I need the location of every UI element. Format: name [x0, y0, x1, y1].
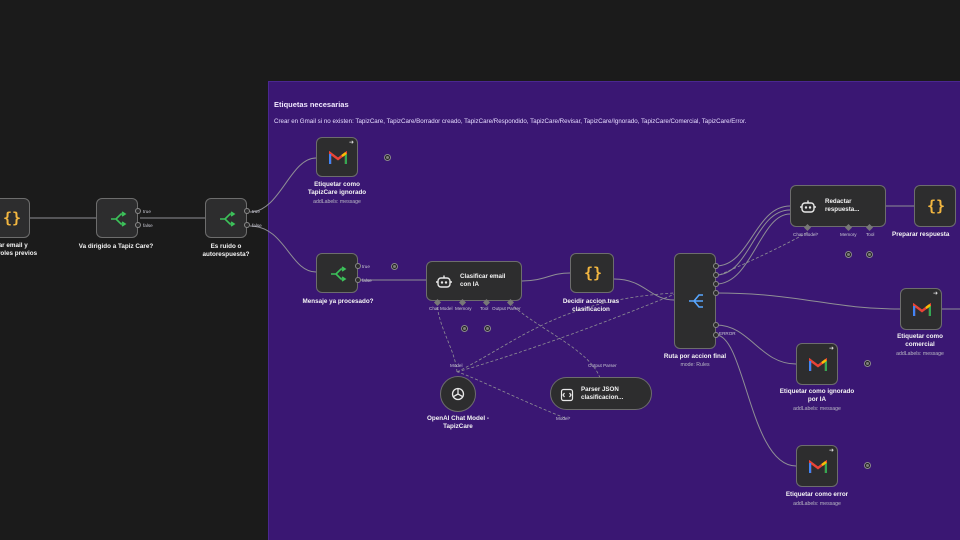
openai-chat-model-label: OpenAI Chat Model - TapizCare [427, 415, 489, 430]
trigger-arrow-icon: ➜ [348, 140, 354, 146]
parser-icon [558, 386, 576, 404]
parser-json-label: Parser JSON clasificacion... [581, 386, 624, 401]
redactar-respuesta-node[interactable]: Redactar respuesta... [790, 185, 886, 227]
etiquetar-comercial-sub: addLabels: message [896, 351, 944, 357]
true-port-label: true [143, 209, 151, 214]
trigger-arrow-icon: ➜ [828, 448, 834, 454]
etiquetar-error-label: Etiquetar como error [785, 491, 849, 498]
etiquetar-error-sub: addLabels: message [793, 501, 841, 507]
etiquetar-ignorado-ia-sub: addLabels: message [793, 406, 841, 412]
false-output-port[interactable] [355, 277, 361, 283]
va-dirigido-label: Va dirigido a Tapiz Care? [78, 243, 154, 250]
tool-port-label: Tool [480, 306, 489, 311]
es-ruido-node[interactable] [205, 198, 247, 238]
ai-connection [436, 304, 458, 373]
gmail-icon [327, 147, 349, 169]
route-output-port[interactable] [713, 263, 719, 269]
model-port-label: Model [450, 363, 463, 368]
branch-icon [107, 208, 129, 230]
false-port-label: false [362, 278, 372, 283]
ruta-accion-node[interactable] [674, 253, 716, 349]
normalize-email-node[interactable]: {} [0, 198, 30, 238]
false-port-label: false [252, 223, 262, 228]
switch-icon [685, 290, 707, 312]
route-output-port[interactable] [713, 272, 719, 278]
false-output-port[interactable] [135, 222, 141, 228]
mensaje-procesado-node[interactable] [316, 253, 358, 293]
true-output-port[interactable] [135, 208, 141, 214]
gmail-icon [807, 354, 829, 376]
connection [521, 272, 571, 282]
preparar-respuesta-node[interactable]: {} [914, 185, 956, 227]
parser-json-node[interactable]: Parser JSON clasificacion... [550, 377, 652, 410]
model-port-label: Model* [556, 416, 571, 421]
true-port-label: true [252, 209, 260, 214]
connection [613, 278, 675, 301]
es-ruido-label: Es ruido o autorespuesta? [202, 243, 250, 258]
etiquetar-ignorado-node[interactable]: ➜ [316, 137, 358, 177]
mensaje-procesado-label: Mensaje ya procesado? [302, 298, 374, 305]
connection [715, 213, 791, 285]
trigger-arrow-icon: ➜ [932, 291, 938, 297]
connection [715, 209, 791, 276]
connection [715, 205, 791, 267]
openai-icon [448, 384, 468, 404]
add-memory-button[interactable] [461, 325, 468, 332]
output-parser-port-label: Output Parser [588, 363, 617, 368]
braces-icon: {} [926, 197, 946, 215]
trigger-arrow-icon: ➜ [828, 346, 834, 352]
clasificar-email-node[interactable]: Clasificar email con IA [426, 261, 522, 301]
add-node-button[interactable] [864, 360, 871, 367]
gmail-icon [911, 299, 933, 321]
normalize-email-label: lizar email y ntroles previos [0, 242, 38, 257]
etiquetar-comercial-label: Etiquetar como comercial [897, 333, 943, 348]
error-port-label: ERROR [719, 331, 736, 336]
braces-icon: {} [583, 264, 603, 282]
preparar-respuesta-label: Preparar respuesta [892, 231, 950, 238]
branch-icon [327, 263, 349, 285]
route-output-port[interactable] [713, 281, 719, 287]
clasificar-email-label: Clasificar email con IA [460, 273, 506, 288]
robot-icon [798, 197, 818, 217]
decidir-accion-node[interactable]: {} [570, 253, 614, 293]
true-output-port[interactable] [244, 208, 250, 214]
add-node-button[interactable] [384, 154, 391, 161]
output-parser-port-label: Output Parser [492, 306, 521, 311]
va-dirigido-node[interactable] [96, 198, 138, 238]
connection [715, 292, 901, 310]
route-output-port[interactable] [713, 290, 719, 296]
etiquetar-ignorado-sub: addLabels: message [313, 199, 361, 205]
etiquetar-ignorado-label: Etiquetar como TapizCare ignorado [307, 181, 367, 196]
etiquetar-ignorado-ia-node[interactable]: ➜ [796, 343, 838, 385]
etiquetar-error-node[interactable]: ➜ [796, 445, 838, 487]
ruta-accion-label: Ruta por accion final [663, 353, 727, 360]
redactar-respuesta-label: Redactar respuesta... [825, 198, 860, 213]
chat-model-port-label: Chat Model [429, 306, 453, 311]
gmail-icon [807, 456, 829, 478]
openai-chat-model-node[interactable] [440, 376, 476, 412]
route-output-port[interactable] [713, 322, 719, 328]
memory-port-label: Memory [455, 306, 472, 311]
add-node-button[interactable] [864, 462, 871, 469]
decidir-accion-label: Decidir accion tras clasificacion [562, 298, 620, 313]
add-memory-button[interactable] [845, 251, 852, 258]
etiquetar-ignorado-ia-label: Etiquetar como ignorado por IA [779, 388, 855, 403]
false-output-port[interactable] [244, 222, 250, 228]
workflow-canvas[interactable]: Etiquetas necesarias Crear en Gmail si n… [0, 0, 960, 540]
add-tool-button[interactable] [866, 251, 873, 258]
true-output-port[interactable] [355, 263, 361, 269]
tool-port-label: Tool [866, 232, 875, 237]
memory-port-label: Memory [840, 232, 857, 237]
false-port-label: false [143, 223, 153, 228]
ai-connection [511, 304, 601, 379]
add-tool-button[interactable] [484, 325, 491, 332]
etiquetar-comercial-node[interactable]: ➜ [900, 288, 942, 330]
add-node-button[interactable] [391, 263, 398, 270]
ruta-accion-sub: mode: Rules [680, 362, 710, 368]
braces-icon: {} [2, 209, 22, 227]
branch-icon [216, 208, 238, 230]
robot-icon [434, 272, 454, 292]
true-port-label: true [362, 264, 370, 269]
chat-model-port-label: Chat Model* [793, 232, 819, 237]
